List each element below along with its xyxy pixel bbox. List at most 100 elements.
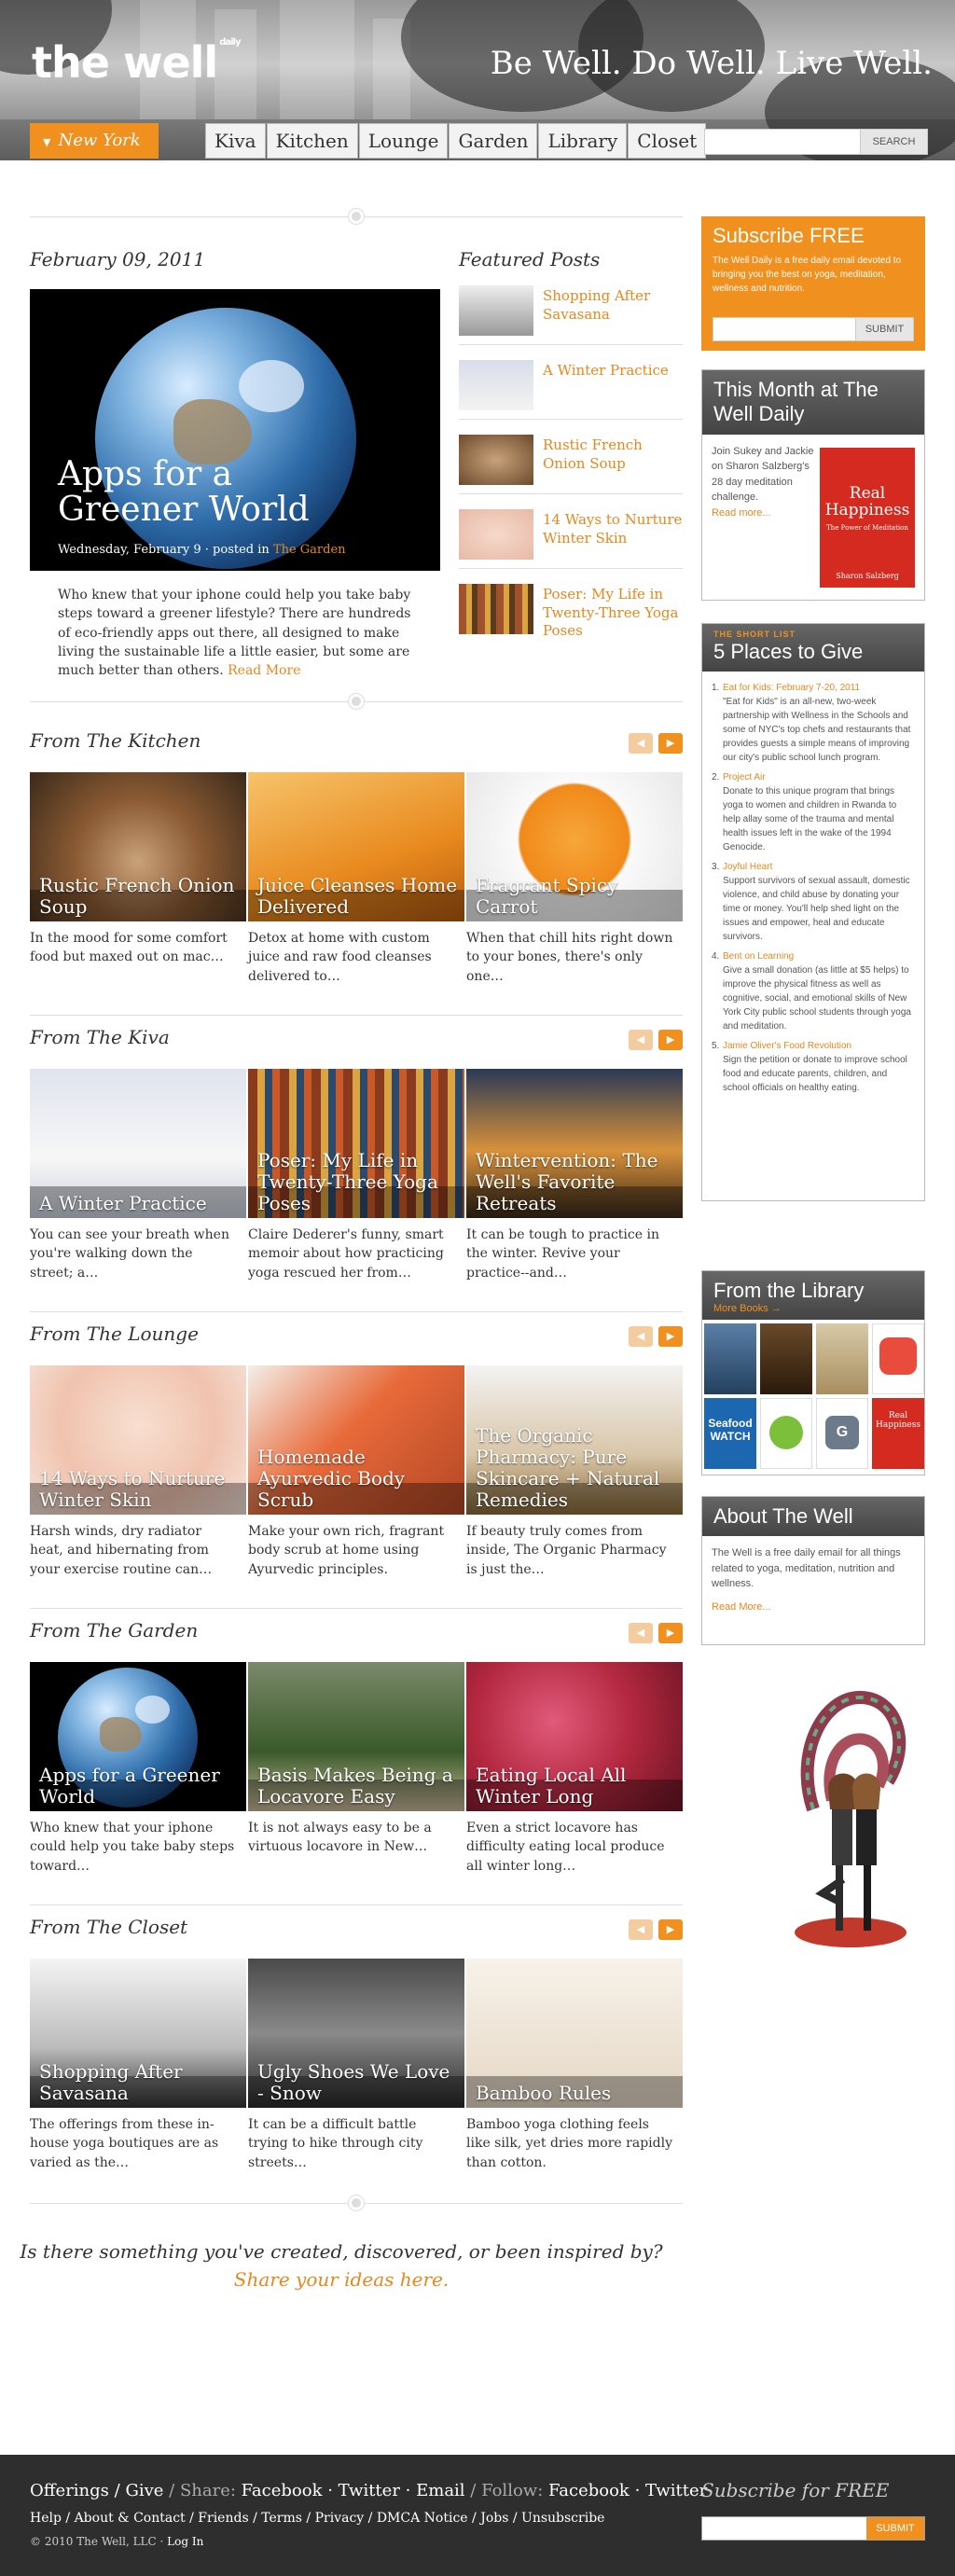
place-link[interactable]: Project Air xyxy=(723,770,915,784)
featured-item[interactable]: 14 Ways to Nurture Winter Skin xyxy=(459,504,683,569)
hero-title[interactable]: Apps for a Greener World xyxy=(58,457,375,528)
post-caption[interactable]: Wintervention: The Well's Favorite Retre… xyxy=(476,1150,677,1214)
next-arrow-icon[interactable]: ▶ xyxy=(658,1919,683,1940)
post-card[interactable]: Basis Makes Being a Locavore Easy It is n… xyxy=(248,1662,464,1857)
app-icon[interactable] xyxy=(872,1323,924,1394)
footer-link[interactable]: Help xyxy=(30,2511,62,2526)
post-card[interactable]: Bamboo Rules Bamboo yoga clothing feels l… xyxy=(466,1959,683,2172)
footer-link-give[interactable]: Give xyxy=(125,2481,163,2500)
post-image[interactable]: Bamboo Rules xyxy=(466,1959,683,2108)
next-arrow-icon[interactable]: ▶ xyxy=(658,1030,683,1050)
seafood-watch-icon[interactable]: Seafood WATCH xyxy=(704,1397,756,1469)
featured-item[interactable]: Rustic French Onion Soup xyxy=(459,429,683,494)
tab-garden[interactable]: Garden xyxy=(449,123,538,159)
footer-link[interactable]: Privacy xyxy=(315,2511,365,2526)
search-input[interactable] xyxy=(705,130,854,154)
featured-link[interactable]: Shopping After Savasana xyxy=(543,287,683,324)
post-card[interactable]: Shopping After Savasana The offerings fro… xyxy=(30,1959,246,2172)
more-books-link[interactable]: More Books → xyxy=(713,1303,913,1315)
footer-share-facebook[interactable]: Facebook xyxy=(242,2481,323,2500)
footer-link[interactable]: Friends xyxy=(198,2511,248,2526)
footer-subscribe-input[interactable]: SUBMIT xyxy=(701,2516,925,2541)
post-caption[interactable]: Poser: My Life in Twenty-Three Yoga Pose… xyxy=(257,1150,459,1214)
post-caption[interactable]: A Winter Practice xyxy=(39,1193,241,1214)
post-image[interactable]: 14 Ways to Nurture Winter Skin xyxy=(30,1365,246,1515)
place-link[interactable]: Eat for Kids: February 7-20, 2011 xyxy=(723,681,915,695)
prev-arrow-icon[interactable]: ◀ xyxy=(629,1030,653,1050)
post-caption[interactable]: 14 Ways to Nurture Winter Skin xyxy=(39,1468,241,1511)
place-link[interactable]: Jamie Oliver's Food Revolution xyxy=(723,1039,915,1053)
footer-link[interactable]: Unsubscribe xyxy=(521,2511,604,2526)
post-card[interactable]: Apps for a Greener World Who knew that yo… xyxy=(30,1662,246,1876)
featured-item[interactable]: Poser: My Life in Twenty-Three Yoga Pose… xyxy=(459,578,683,644)
login-link[interactable]: Log In xyxy=(167,2535,203,2548)
app-icon[interactable]: G xyxy=(816,1397,868,1469)
book-thumb[interactable] xyxy=(760,1323,812,1394)
post-caption[interactable]: Ugly Shoes We Love - Snow xyxy=(257,2061,459,2104)
prev-arrow-icon[interactable]: ◀ xyxy=(629,1326,653,1347)
post-caption[interactable]: Eating Local All Winter Long xyxy=(476,1765,677,1807)
post-card[interactable]: Juice Cleanses Home Delivered Detox at ho… xyxy=(248,772,464,986)
next-arrow-icon[interactable]: ▶ xyxy=(658,733,683,754)
site-logo[interactable]: the well daily xyxy=(32,37,241,88)
post-image[interactable]: Apps for a Greener World xyxy=(30,1662,246,1811)
tab-kiva[interactable]: Kiva xyxy=(205,123,266,159)
share-ideas-link[interactable]: Share your ideas here. xyxy=(0,2268,683,2291)
post-image[interactable]: Poser: My Life in Twenty-Three Yoga Pose… xyxy=(248,1069,464,1218)
footer-submit-button[interactable]: SUBMIT xyxy=(866,2517,924,2540)
footer-link[interactable]: Terms xyxy=(261,2511,302,2526)
subscribe-submit-button[interactable]: SUBMIT xyxy=(855,318,913,340)
footer-link-offerings[interactable]: Offerings xyxy=(30,2481,109,2500)
footer-link[interactable]: DMCA Notice xyxy=(377,2511,468,2526)
post-image[interactable]: A Winter Practice xyxy=(30,1069,246,1218)
post-card[interactable]: Ugly Shoes We Love - Snow It can be a dif… xyxy=(248,1959,464,2172)
post-image[interactable]: Homemade Ayurvedic Body Scrub xyxy=(248,1365,464,1515)
post-image[interactable]: Fragrant Spicy Carrot xyxy=(466,772,683,921)
post-card[interactable]: Rustic French Onion Soup In the mood for … xyxy=(30,772,246,967)
tab-library[interactable]: Library xyxy=(538,123,628,159)
post-card[interactable]: 14 Ways to Nurture Winter Skin Harsh wind… xyxy=(30,1365,246,1579)
post-card[interactable]: Fragrant Spicy Carrot When that chill hit… xyxy=(466,772,683,986)
footer-follow-twitter[interactable]: Twitter xyxy=(645,2481,707,2500)
footer-link[interactable]: About & Contact xyxy=(75,2511,186,2526)
footer-follow-facebook[interactable]: Facebook xyxy=(548,2481,630,2500)
post-card[interactable]: A Winter Practice You can see your breath… xyxy=(30,1069,246,1282)
post-caption[interactable]: Homemade Ayurvedic Body Scrub xyxy=(257,1447,459,1511)
hero-feature[interactable]: Apps for a Greener World Wednesday, Febr… xyxy=(30,289,440,571)
tab-kitchen[interactable]: Kitchen xyxy=(266,123,358,159)
place-link[interactable]: Joyful Heart xyxy=(723,860,915,874)
about-read-more[interactable]: Read More... xyxy=(712,1600,915,1615)
hero-category-link[interactable]: The Garden xyxy=(273,543,346,557)
post-caption[interactable]: Basis Makes Being a Locavore Easy xyxy=(257,1765,459,1807)
featured-link[interactable]: Poser: My Life in Twenty-Three Yoga Pose… xyxy=(543,586,683,641)
tab-closet[interactable]: Closet xyxy=(628,123,707,159)
search-button[interactable]: SEARCH xyxy=(860,130,927,154)
post-image[interactable]: The Organic Pharmacy: Pure Skincare + Na… xyxy=(466,1365,683,1515)
next-arrow-icon[interactable]: ▶ xyxy=(658,1623,683,1643)
post-image[interactable]: Shopping After Savasana xyxy=(30,1959,246,2108)
post-image[interactable]: Basis Makes Being a Locavore Easy xyxy=(248,1662,464,1811)
footer-share-twitter[interactable]: Twitter xyxy=(339,2481,400,2500)
post-image[interactable]: Juice Cleanses Home Delivered xyxy=(248,772,464,921)
post-caption[interactable]: The Organic Pharmacy: Pure Skincare + Na… xyxy=(476,1425,677,1511)
featured-link[interactable]: Rustic French Onion Soup xyxy=(543,436,683,473)
featured-item[interactable]: A Winter Practice xyxy=(459,354,683,420)
book-cover[interactable]: Real Happiness The Power of Meditation S… xyxy=(820,447,915,588)
post-caption[interactable]: Apps for a Greener World xyxy=(39,1765,241,1807)
featured-item[interactable]: Shopping After Savasana xyxy=(459,280,683,345)
app-icon[interactable] xyxy=(760,1397,812,1469)
post-caption[interactable]: Fragrant Spicy Carrot xyxy=(476,875,677,918)
post-image[interactable]: Ugly Shoes We Love - Snow xyxy=(248,1959,464,2108)
prev-arrow-icon[interactable]: ◀ xyxy=(629,1919,653,1940)
post-image[interactable]: Rustic French Onion Soup xyxy=(30,772,246,921)
prev-arrow-icon[interactable]: ◀ xyxy=(629,1623,653,1643)
post-card[interactable]: Poser: My Life in Twenty-Three Yoga Pose… xyxy=(248,1069,464,1282)
post-caption[interactable]: Rustic French Onion Soup xyxy=(39,875,241,918)
post-image[interactable]: Eating Local All Winter Long xyxy=(466,1662,683,1811)
city-selector[interactable]: ▼ New York xyxy=(30,123,159,159)
tab-lounge[interactable]: Lounge xyxy=(358,123,449,159)
this-month-read-more[interactable]: Read more... xyxy=(712,507,771,519)
post-caption[interactable]: Bamboo Rules xyxy=(476,2083,677,2104)
next-arrow-icon[interactable]: ▶ xyxy=(658,1326,683,1347)
prev-arrow-icon[interactable]: ◀ xyxy=(629,733,653,754)
